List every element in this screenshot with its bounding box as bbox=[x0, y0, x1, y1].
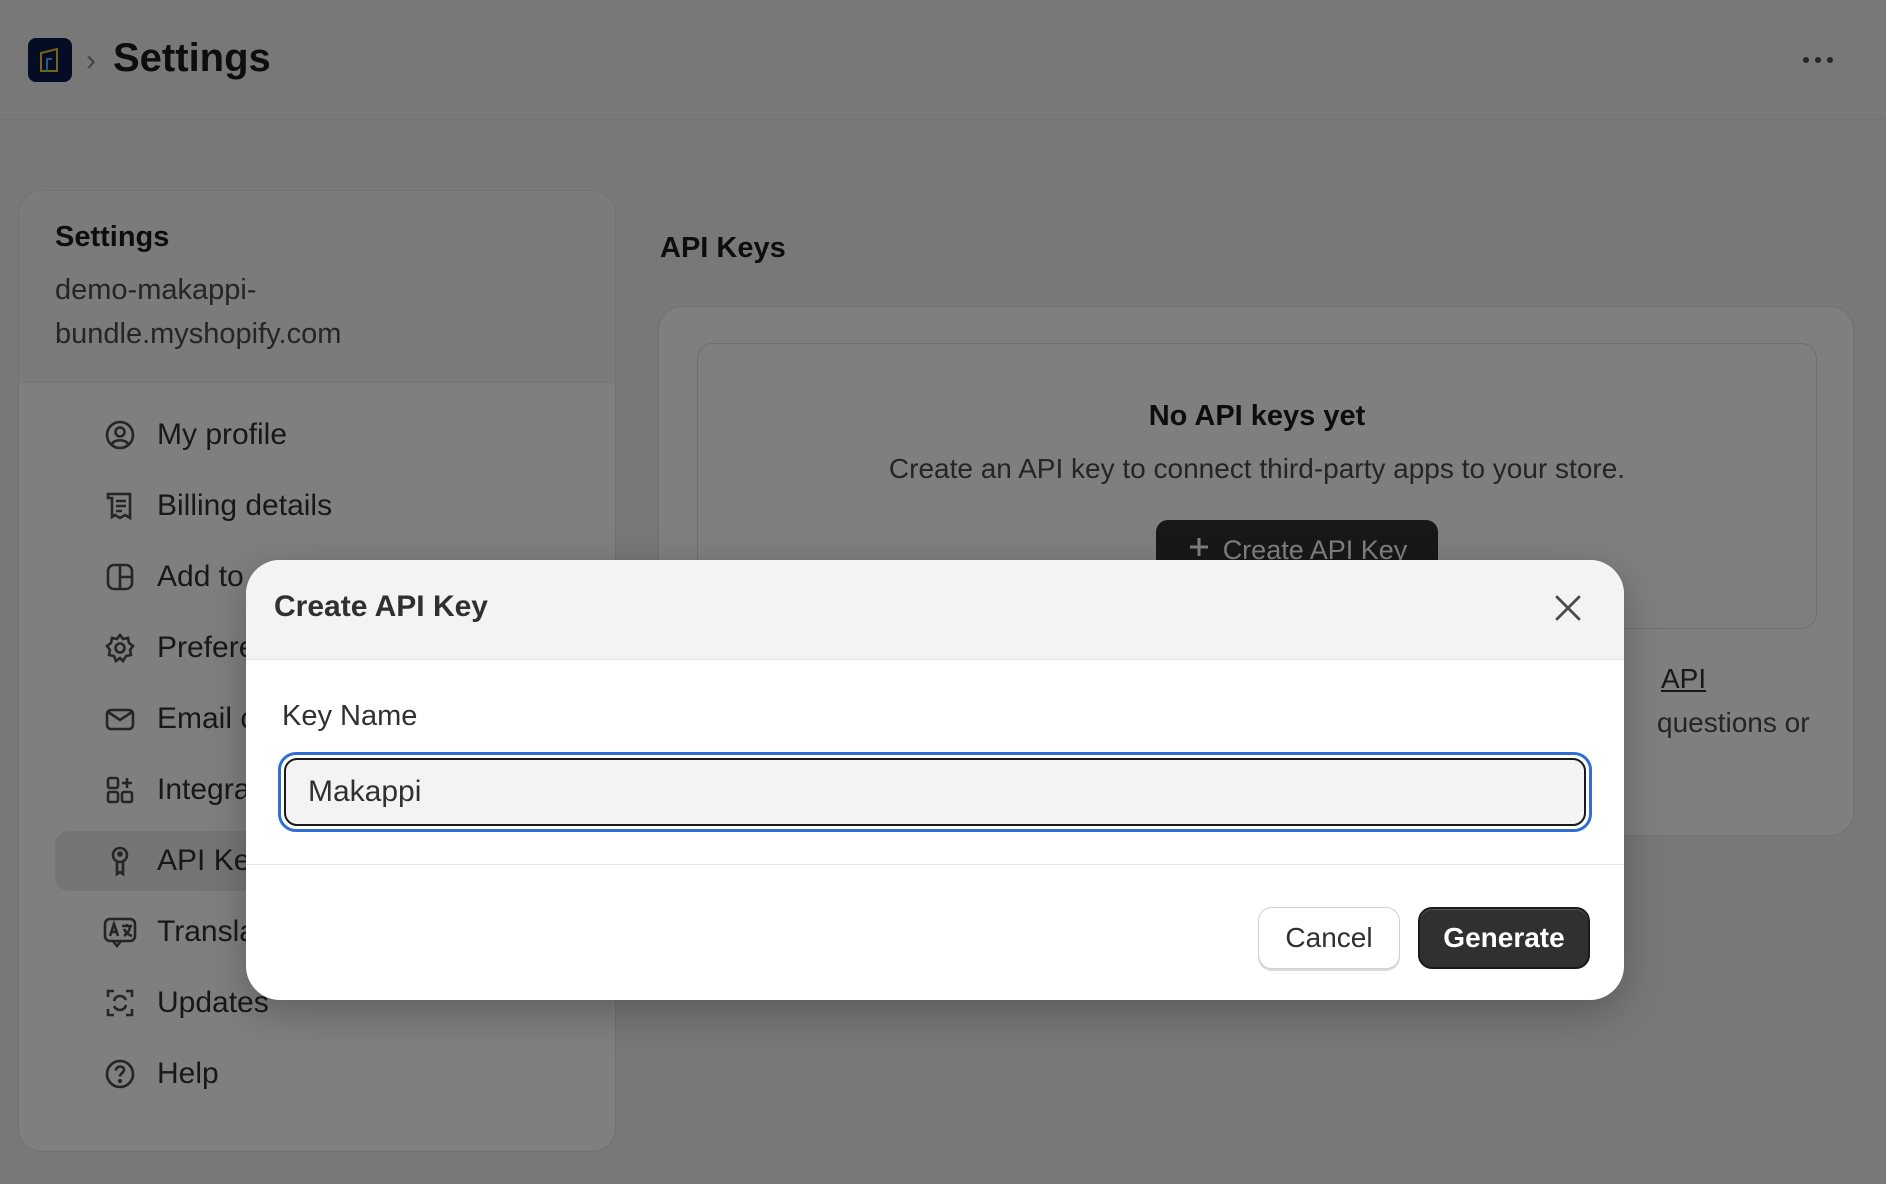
modal-header: Create API Key bbox=[246, 560, 1624, 660]
key-name-input[interactable] bbox=[284, 758, 1586, 826]
close-button[interactable] bbox=[1550, 590, 1586, 626]
modal-body: Key Name bbox=[246, 660, 1624, 865]
cancel-button[interactable]: Cancel bbox=[1258, 907, 1400, 969]
generate-button[interactable]: Generate bbox=[1418, 907, 1590, 969]
key-name-focus-ring bbox=[278, 752, 1592, 832]
key-name-label: Key Name bbox=[282, 700, 418, 732]
close-icon bbox=[1555, 595, 1581, 621]
modal-footer: Cancel Generate bbox=[246, 865, 1624, 1000]
create-api-key-modal: Create API Key Key Name Cancel Generate bbox=[246, 560, 1624, 1000]
modal-title: Create API Key bbox=[274, 590, 488, 623]
